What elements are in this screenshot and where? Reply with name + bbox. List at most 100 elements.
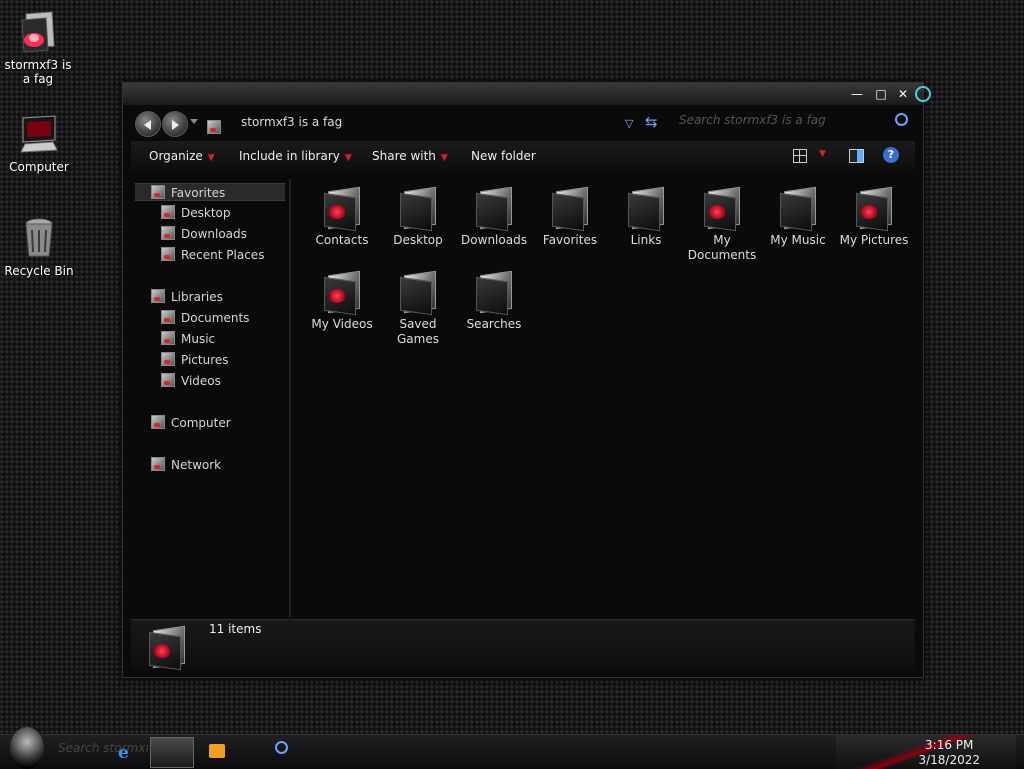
folder-item-links[interactable]: Links xyxy=(607,186,685,248)
back-button[interactable] xyxy=(135,111,161,137)
nav-computer[interactable]: Computer xyxy=(151,414,231,432)
nav-item-videos[interactable]: Videos xyxy=(161,372,221,390)
address-path[interactable]: stormxf3 is a fag xyxy=(241,115,342,129)
maximize-button[interactable]: □ xyxy=(873,87,889,101)
saved-games-folder-icon xyxy=(400,270,436,316)
view-options-dropdown-icon[interactable]: ▼ xyxy=(819,149,826,159)
nav-favorites[interactable]: Favorites xyxy=(135,183,285,201)
nav-item-label: Desktop xyxy=(181,206,231,220)
pictures-icon xyxy=(161,352,175,366)
folder-item-searches[interactable]: Searches xyxy=(455,270,533,332)
new-folder-button[interactable]: New folder xyxy=(471,149,536,163)
nav-item-music[interactable]: Music xyxy=(161,330,215,348)
internet-explorer-icon[interactable]: e xyxy=(118,743,129,763)
computer-icon xyxy=(17,112,61,156)
folder-item-desktop[interactable]: Desktop xyxy=(379,186,457,248)
my-music-folder-icon xyxy=(780,186,816,232)
nav-network-label: Network xyxy=(171,458,222,472)
nav-item-recent-places[interactable]: Recent Places xyxy=(161,246,264,264)
clock-time: 3:16 PM xyxy=(925,738,974,752)
desktop-icon-user-folder[interactable]: stormxf3 is a fag xyxy=(0,10,76,86)
taskbar: Search stormxf3 is a fag e 3:16 PM 3/18/… xyxy=(0,727,1024,769)
folder-item-saved-games[interactable]: Saved Games xyxy=(379,270,457,347)
downloads-folder-icon xyxy=(476,186,512,232)
recent-places-icon xyxy=(161,247,175,261)
include-label: Include in library xyxy=(239,149,340,163)
desktop-icon-computer[interactable]: Computer xyxy=(1,112,77,174)
forward-button[interactable] xyxy=(162,111,188,137)
folder-item-label: Favorites xyxy=(542,233,598,247)
network-icon xyxy=(151,457,165,471)
desktop-icon xyxy=(161,205,175,219)
command-bar: Organize ▼ Include in library ▼ Share with… xyxy=(131,141,915,171)
nav-item-documents[interactable]: Documents xyxy=(161,309,249,327)
busy-cursor-icon xyxy=(915,86,931,102)
downloads-icon xyxy=(161,226,175,240)
nav-item-label: Recent Places xyxy=(181,248,265,262)
preview-pane-icon[interactable] xyxy=(849,149,864,163)
folder-small-icon xyxy=(207,117,221,136)
folder-item-my-documents[interactable]: My Documents xyxy=(683,186,761,263)
refresh-icon[interactable]: ⇆ xyxy=(645,113,658,131)
folder-item-downloads[interactable]: Downloads xyxy=(455,186,533,248)
clock[interactable]: 3:16 PM 3/18/2022 xyxy=(918,738,980,768)
close-button[interactable]: ✕ xyxy=(895,87,911,101)
computer-icon xyxy=(151,415,165,429)
nav-item-label: Documents xyxy=(181,311,250,325)
pane-splitter[interactable] xyxy=(289,179,291,617)
search-app-icon[interactable] xyxy=(275,741,288,754)
nav-item-pictures[interactable]: Pictures xyxy=(161,351,229,369)
recycle-bin-icon xyxy=(17,216,61,260)
folder-item-label: Downloads xyxy=(461,233,527,247)
taskbar-search-input[interactable]: Search stormxf3 is a fag xyxy=(58,741,148,755)
star-icon xyxy=(151,185,165,199)
nav-item-desktop[interactable]: Desktop xyxy=(161,204,231,222)
minimize-button[interactable]: — xyxy=(849,87,865,101)
include-in-library-menu[interactable]: Include in library ▼ xyxy=(239,149,352,163)
folder-item-label: My Pictures xyxy=(839,233,909,247)
search-icon[interactable] xyxy=(895,113,908,126)
user-folder-icon xyxy=(16,10,60,54)
change-view-icon[interactable] xyxy=(793,149,807,163)
explorer-taskbar-button[interactable] xyxy=(150,737,194,768)
nav-network[interactable]: Network xyxy=(151,456,221,474)
nav-libraries-label: Libraries xyxy=(171,290,223,304)
file-list: Contacts Desktop Downloads Favorites Lin… xyxy=(293,179,919,615)
nav-libraries[interactable]: Libraries xyxy=(151,288,223,306)
organize-label: Organize xyxy=(149,149,203,163)
nav-favorites-label: Favorites xyxy=(171,186,226,200)
folder-item-my-videos[interactable]: My Videos xyxy=(303,270,381,332)
organize-menu[interactable]: Organize ▼ xyxy=(149,149,215,163)
desktop-folder-icon xyxy=(400,186,436,232)
address-dropdown-icon[interactable]: ▽ xyxy=(625,117,633,130)
title-bar[interactable]: — □ ✕ xyxy=(123,83,931,105)
folder-item-my-pictures[interactable]: My Pictures xyxy=(835,186,913,248)
folder-item-my-music[interactable]: My Music xyxy=(759,186,837,248)
start-button[interactable] xyxy=(10,727,44,769)
folder-item-label: My Videos xyxy=(311,317,373,331)
my-pictures-folder-icon xyxy=(856,186,892,232)
help-button[interactable]: ? xyxy=(883,147,899,163)
item-count: 11 items xyxy=(209,622,262,636)
videos-icon xyxy=(161,373,175,387)
links-folder-icon xyxy=(628,186,664,232)
share-with-menu[interactable]: Share with ▼ xyxy=(372,149,448,163)
details-pane: 11 items xyxy=(131,619,915,671)
explorer-window: — □ ✕ stormxf3 is a fag ▽ ⇆ Search storm… xyxy=(122,82,931,678)
nav-item-downloads[interactable]: Downloads xyxy=(161,225,247,243)
folder-item-label: Contacts xyxy=(315,233,369,247)
folder-item-favorites[interactable]: Favorites xyxy=(531,186,609,248)
libraries-icon xyxy=(151,289,165,303)
desktop-icon-recycle-bin[interactable]: Recycle Bin xyxy=(1,216,77,278)
folder-item-contacts[interactable]: Contacts xyxy=(303,186,381,248)
recent-pages-dropdown-icon[interactable] xyxy=(190,119,198,128)
search-input[interactable]: Search stormxf3 is a fag xyxy=(679,113,917,133)
chevron-down-icon: ▼ xyxy=(207,153,215,163)
address-bar-row: stormxf3 is a fag ▽ ⇆ Search stormxf3 is… xyxy=(131,107,917,137)
media-player-icon[interactable] xyxy=(209,744,225,758)
desktop-icon-label: stormxf3 is a fag xyxy=(4,58,72,86)
details-folder-icon xyxy=(149,625,185,671)
folder-item-label: My Documents xyxy=(687,233,757,262)
nav-item-label: Pictures xyxy=(181,353,229,367)
documents-icon xyxy=(161,310,175,324)
